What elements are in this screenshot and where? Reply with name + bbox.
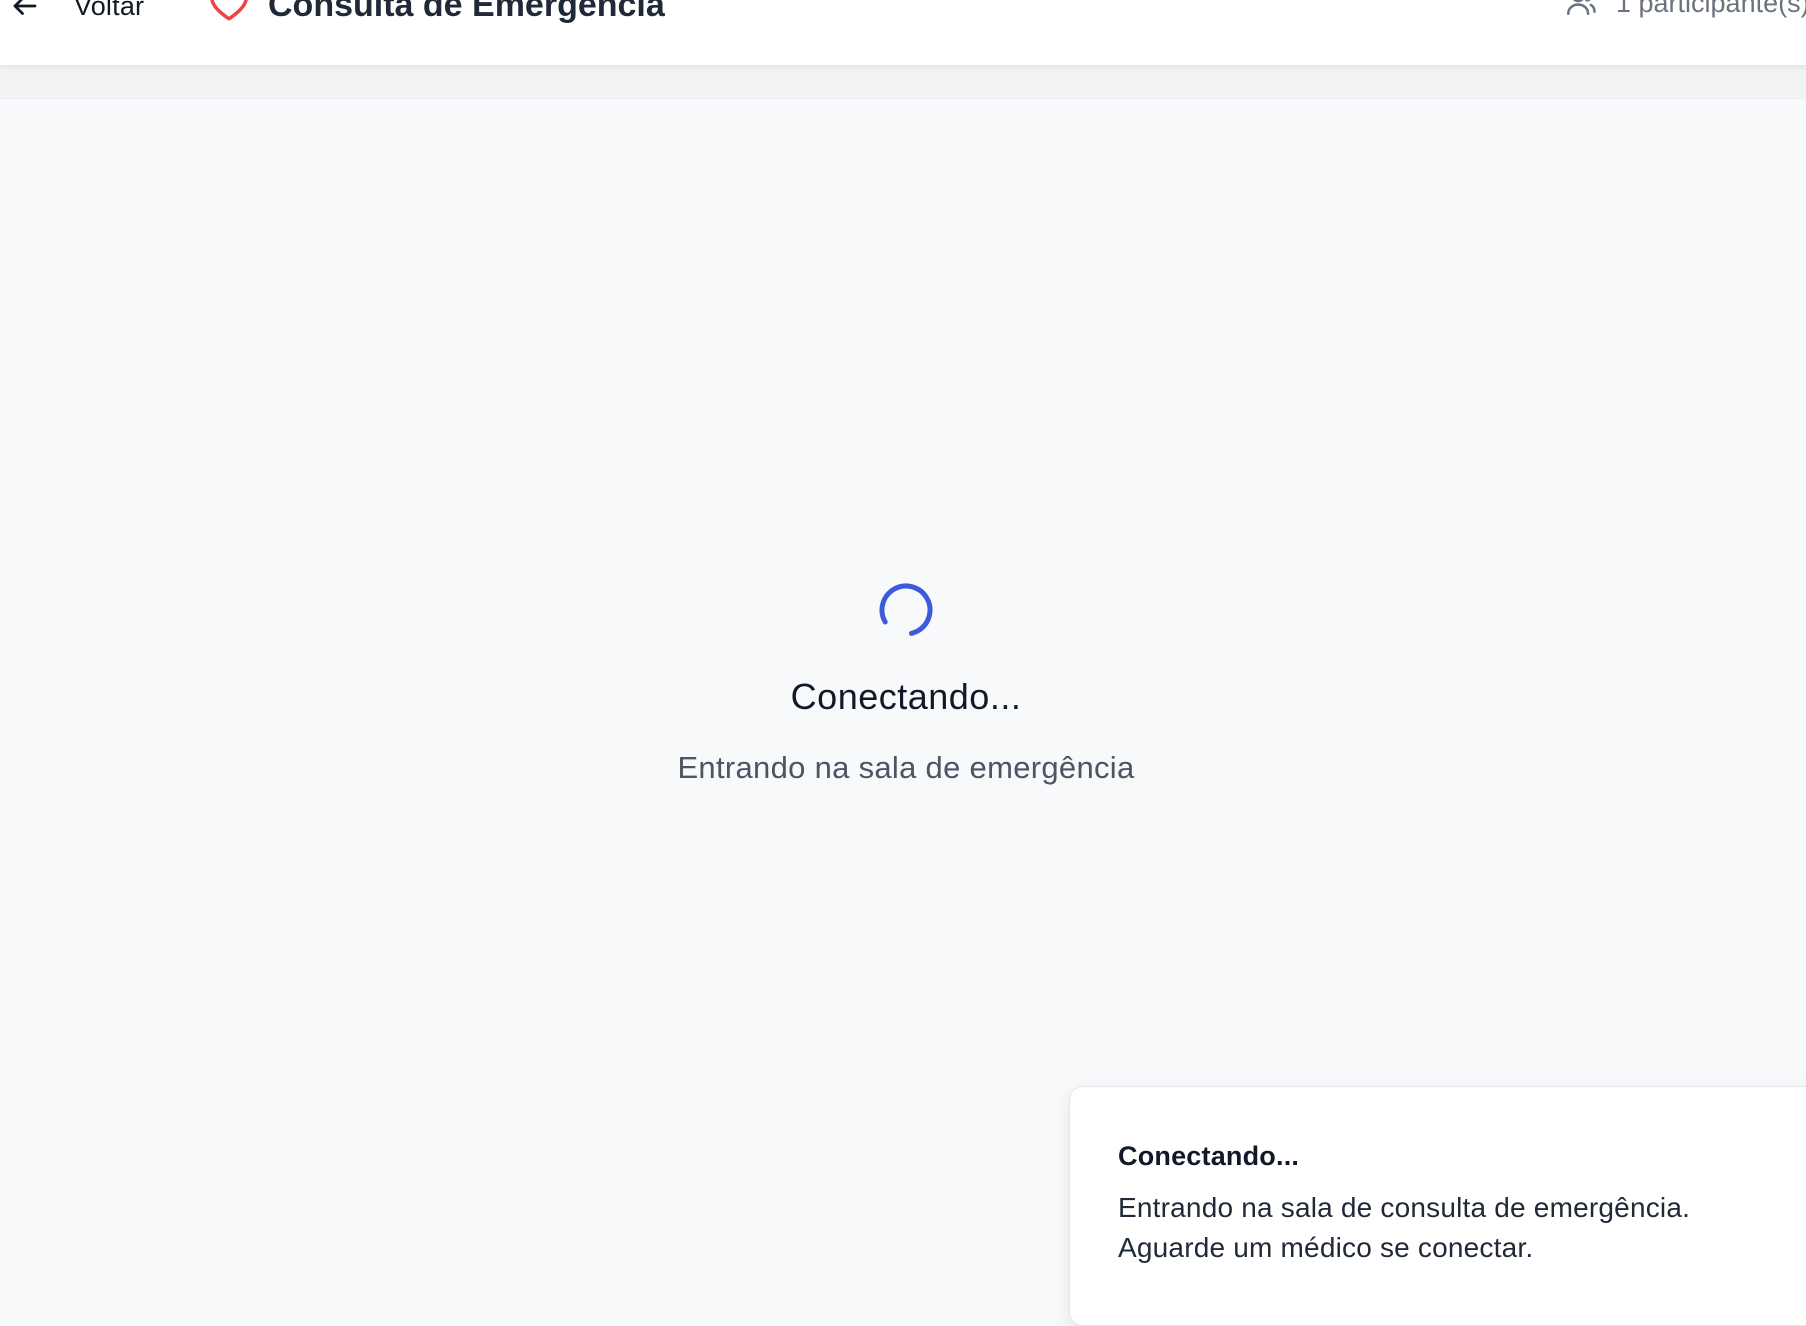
heart-icon	[208, 0, 250, 29]
toast-notification: Conectando... Entrando na sala de consul…	[1069, 1086, 1806, 1326]
arrow-left-icon	[10, 0, 40, 21]
spinner-icon	[879, 583, 933, 637]
top-header: Voltar Consulta de Emergência 1 particip…	[0, 0, 1806, 66]
participants-label: 1 participante(s)	[1616, 0, 1806, 18]
toast-message-line1: Entrando na sala de consulta de emergênc…	[1118, 1192, 1691, 1223]
status-title: Conectando...	[790, 676, 1022, 717]
page-title: Consulta de Emergência	[268, 0, 665, 24]
status-subtitle: Entrando na sala de emergência	[677, 750, 1135, 785]
back-label: Voltar	[74, 0, 145, 21]
page-title-group: Consulta de Emergência	[208, 0, 665, 29]
participants-count[interactable]: 1 participante(s)	[1564, 0, 1806, 23]
user-icon	[1564, 0, 1598, 23]
back-button[interactable]: Voltar	[10, 0, 144, 26]
toast-title: Conectando...	[1118, 1141, 1300, 1171]
sub-toolbar	[0, 66, 1806, 99]
toast-message-line2: Aguarde um médico se conectar.	[1118, 1232, 1534, 1263]
toast-message: Entrando na sala de consulta de emergênc…	[1118, 1188, 1780, 1268]
connecting-status: Conectando... Entrando na sala de emergê…	[0, 580, 1806, 786]
